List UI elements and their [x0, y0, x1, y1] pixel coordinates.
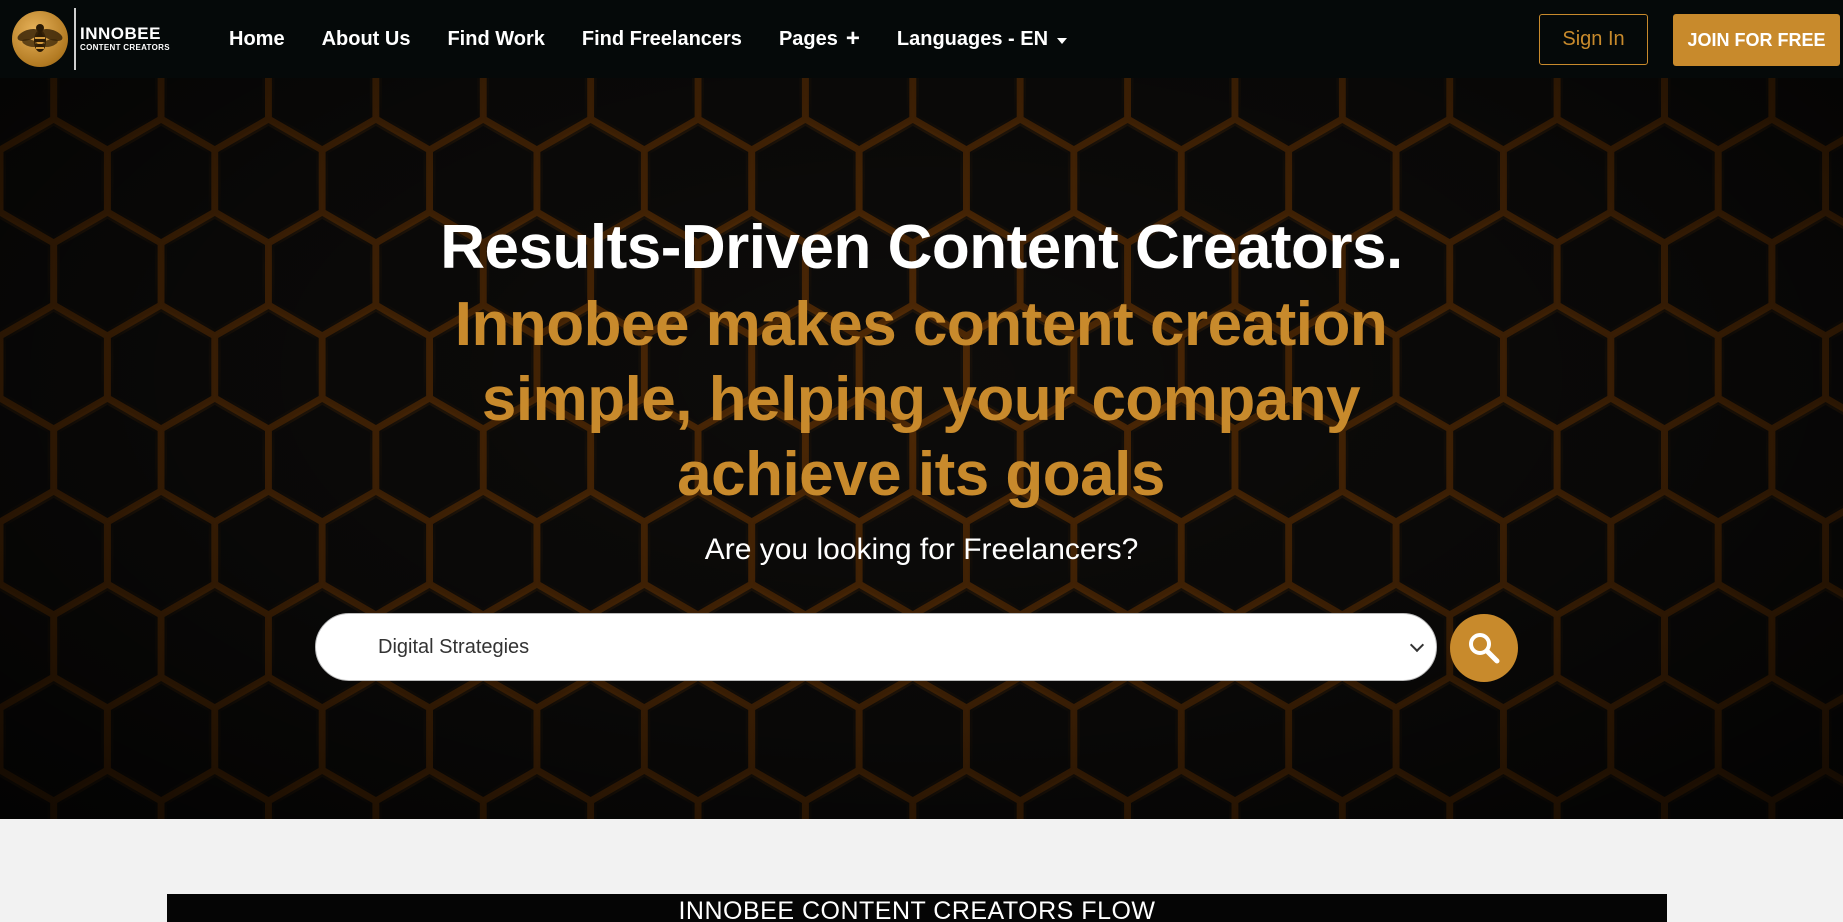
hero-subtitle: Innobee makes content creation simple, h… [454, 290, 1388, 509]
plus-icon: + [845, 25, 860, 52]
nav-find-work-label: Find Work [447, 27, 545, 50]
hero-content: Results-Driven Content Creators. Innobee… [0, 78, 1843, 819]
chevron-down-icon [1409, 637, 1425, 653]
nav-links: Home About Us Find Work Find Freelancers… [229, 0, 1104, 78]
logo-subtitle: CONTENT CREATORS [80, 43, 170, 52]
flow-section-title: INNOBEE CONTENT CREATORS FLOW [167, 894, 1667, 922]
nav-find-freelancers-label: Find Freelancers [581, 27, 742, 50]
nav-about-us[interactable]: About Us [322, 28, 411, 51]
join-for-free-button[interactable]: JOIN FOR FREE [1673, 14, 1840, 66]
logo-title: INNOBEE [80, 24, 161, 43]
logo[interactable]: INNOBEE CONTENT CREATORS [12, 5, 170, 73]
nav-find-freelancers[interactable]: Find Freelancers [582, 28, 742, 51]
nav-pages-label: Pages [778, 27, 838, 50]
nav-home[interactable]: Home [229, 28, 285, 51]
caret-down-icon [1057, 37, 1068, 44]
sign-in-button[interactable]: Sign In [1539, 14, 1648, 65]
logo-divider [74, 8, 76, 70]
navbar: INNOBEE CONTENT CREATORS Home About Us F… [0, 0, 1843, 78]
nav-pages[interactable]: Pages + [778, 25, 860, 52]
category-select-value: Digital Strategies [378, 635, 530, 658]
category-select[interactable]: Digital Strategies [315, 613, 1437, 681]
nav-find-work[interactable]: Find Work [447, 28, 544, 51]
nav-home-label: Home [229, 27, 285, 50]
search-icon [1469, 633, 1500, 664]
nav-languages[interactable]: Languages - EN [896, 27, 1068, 51]
logo-text: INNOBEE CONTENT CREATORS [80, 25, 170, 53]
hero-title: Results-Driven Content Creators. [440, 213, 1403, 282]
nav-about-us-label: About Us [321, 27, 411, 50]
hero-question: Are you looking for Freelancers? [704, 533, 1139, 566]
bee-icon [12, 11, 68, 67]
hero-section: Results-Driven Content Creators. Innobee… [0, 78, 1843, 819]
search-button[interactable] [1450, 614, 1518, 682]
nav-languages-label: Languages - EN [896, 27, 1049, 50]
